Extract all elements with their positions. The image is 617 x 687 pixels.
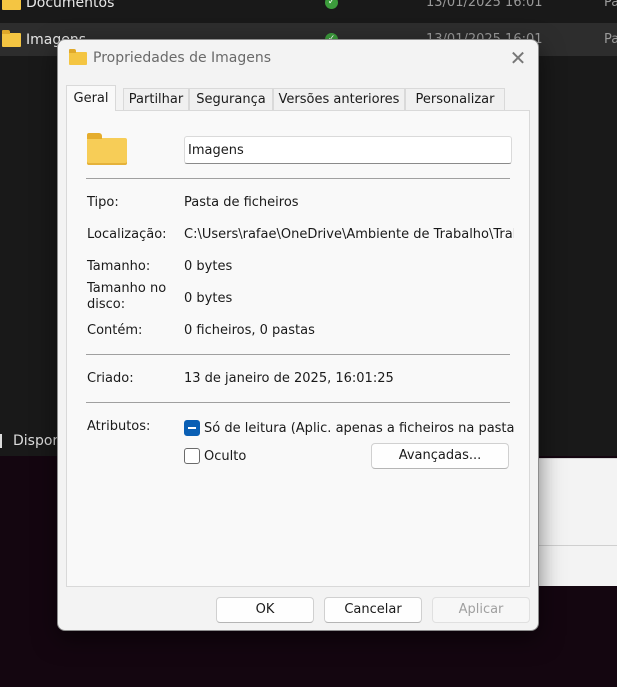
- folder-name-input[interactable]: [184, 136, 512, 164]
- readonly-label[interactable]: Só de leitura (Aplic. apenas a ficheiros…: [204, 421, 514, 436]
- folder-icon: [87, 133, 127, 165]
- status-divider: [0, 434, 2, 448]
- background-window: [538, 458, 617, 586]
- title-bar[interactable]: Propriedades de Imagens ✕: [58, 40, 538, 78]
- tipo-value: Pasta de ficheiros: [184, 195, 299, 210]
- criado-value: 13 de janeiro de 2025, 16:01:25: [184, 371, 394, 386]
- tamanho-value: 0 bytes: [184, 259, 233, 274]
- folder-icon: [2, 0, 21, 10]
- divider: [86, 354, 510, 355]
- criado-label: Criado:: [87, 371, 134, 386]
- file-type: Pa: [604, 32, 617, 47]
- file-row-documentos[interactable]: Documentos ✓ 13/01/2025 16:01 Pa: [0, 0, 617, 19]
- dialog-title: Propriedades de Imagens: [93, 50, 272, 66]
- divider: [86, 402, 510, 403]
- tab-geral[interactable]: Geral: [66, 85, 116, 111]
- advanced-button[interactable]: Avançadas...: [371, 443, 509, 469]
- atributos-label: Atributos:: [87, 419, 151, 434]
- apply-button[interactable]: Aplicar: [432, 597, 530, 623]
- folder-icon: [69, 49, 87, 65]
- cancel-button[interactable]: Cancelar: [324, 597, 422, 623]
- tab-partilhar[interactable]: Partilhar: [123, 88, 189, 110]
- folder-icon: [2, 30, 21, 47]
- divider: [86, 178, 510, 179]
- readonly-checkbox[interactable]: [184, 420, 200, 436]
- hidden-checkbox[interactable]: [184, 448, 200, 464]
- tamanho-disco-label: Tamanho no disco:: [87, 281, 167, 312]
- properties-dialog: Propriedades de Imagens ✕ Geral Partilha…: [57, 39, 539, 631]
- localizacao-value: C:\Users\rafae\OneDrive\Ambiente de Trab…: [184, 227, 514, 242]
- tamanho-disco-value: 0 bytes: [184, 291, 233, 306]
- tamanho-label: Tamanho:: [87, 259, 151, 274]
- hidden-label[interactable]: Oculto: [204, 449, 284, 464]
- general-panel: Tipo: Pasta de ficheiros Localização: C:…: [66, 110, 530, 587]
- sync-status-icon: ✓: [325, 0, 338, 9]
- tab-bar: Geral Partilhar Segurança Versões anteri…: [66, 85, 530, 111]
- file-date: 13/01/2025 16:01: [426, 0, 543, 10]
- file-name: Documentos: [26, 0, 115, 11]
- divider: [538, 545, 617, 546]
- tab-versoes-anteriores[interactable]: Versões anteriores: [273, 88, 405, 110]
- tab-seguranca[interactable]: Segurança: [189, 88, 273, 110]
- file-type: Pa: [604, 0, 617, 10]
- tipo-label: Tipo:: [87, 195, 119, 210]
- tab-personalizar[interactable]: Personalizar: [405, 88, 505, 110]
- status-text: Dispor: [13, 433, 59, 449]
- ok-button[interactable]: OK: [216, 597, 314, 623]
- contem-label: Contém:: [87, 323, 143, 338]
- close-button[interactable]: ✕: [504, 46, 532, 72]
- localizacao-label: Localização:: [87, 227, 167, 242]
- contem-value: 0 ficheiros, 0 pastas: [184, 323, 315, 338]
